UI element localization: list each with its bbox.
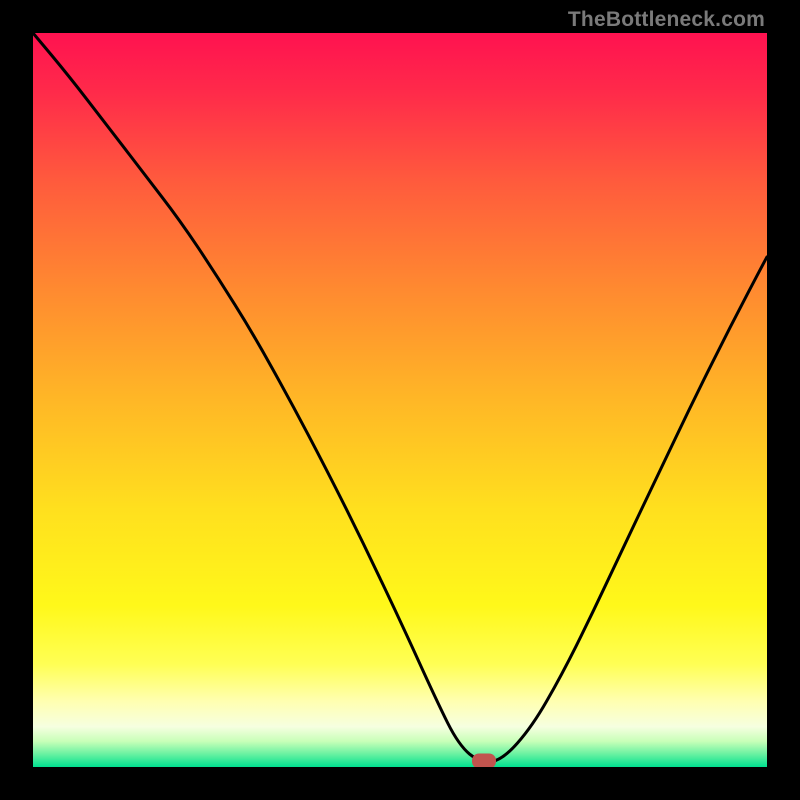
plot-area (33, 33, 767, 767)
watermark-label: TheBottleneck.com (568, 8, 765, 32)
gradient-background (33, 33, 767, 767)
chart-frame: TheBottleneck.com (0, 0, 800, 800)
bottleneck-marker (472, 754, 496, 767)
